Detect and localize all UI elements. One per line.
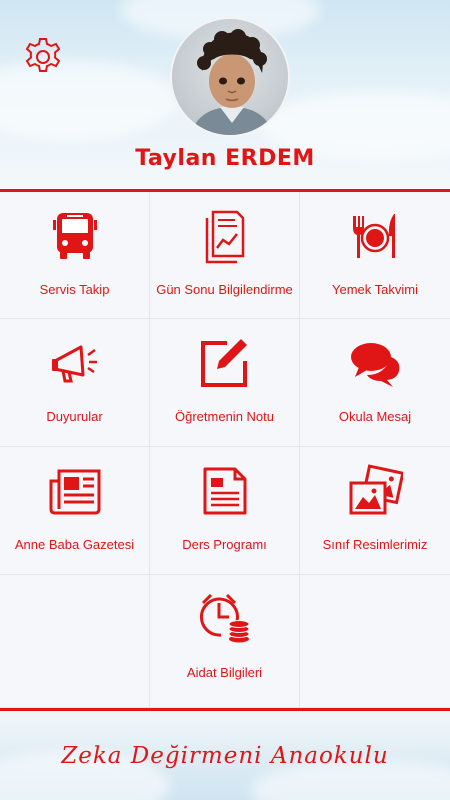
bus-icon [52, 213, 97, 259]
profile-header: Taylan ERDEM [0, 0, 450, 190]
menu-item-label: Yemek Takvimi [332, 282, 418, 297]
settings-button[interactable] [22, 36, 64, 78]
school-name: Zeka Değirmeni Anaokulu [61, 743, 389, 769]
footer: Zeka Değirmeni Anaokulu [0, 711, 450, 800]
menu-item-servis-takip[interactable]: Servis Takip [0, 192, 150, 319]
newspaper-icon [49, 469, 100, 515]
menu-item-label: Servis Takip [39, 282, 110, 297]
schedule-document-icon [203, 467, 246, 515]
gear-icon [25, 38, 61, 72]
menu-item-label: Okula Mesaj [338, 409, 412, 424]
megaphone-icon [51, 345, 97, 383]
menu-item-label: Ders Programı [182, 537, 267, 552]
menu-item-gun-sonu[interactable]: Gün Sonu Bilgilendirme [150, 192, 300, 319]
daily-report-icon [205, 210, 244, 264]
menu-item-okula-mesaj[interactable]: Okula Mesaj [300, 319, 450, 447]
menu-grid: Servis Takip Gün Sonu Bilgilendirme Yeme… [0, 192, 450, 708]
menu-item-label: Öğretmenin Notu [175, 409, 274, 424]
child-photo [172, 19, 288, 135]
chat-bubbles-icon [351, 343, 400, 387]
empty-cell [300, 575, 450, 708]
meal-icon [353, 214, 395, 258]
menu-item-anne-baba-gazetesi[interactable]: Anne Baba Gazetesi [0, 447, 150, 575]
menu-item-yemek-takvimi[interactable]: Yemek Takvimi [300, 192, 450, 319]
menu-item-label: Gün Sonu Bilgilendirme [156, 282, 293, 297]
menu-item-aidat-bilgileri[interactable]: Aidat Bilgileri [150, 575, 300, 708]
menu-item-ders-programi[interactable]: Ders Programı [150, 447, 300, 575]
menu-item-label: Duyurular [46, 409, 103, 424]
menu-item-duyurular[interactable]: Duyurular [0, 319, 150, 447]
menu-item-label: Sınıf Resimlerimiz [322, 537, 428, 552]
edit-note-icon [200, 339, 247, 387]
menu-item-label: Aidat Bilgileri [186, 665, 263, 680]
empty-cell [0, 575, 150, 708]
menu-item-sinif-resimlerimiz[interactable]: Sınıf Resimlerimiz [300, 447, 450, 575]
photos-icon [349, 464, 403, 515]
clock-coins-icon [199, 593, 249, 643]
avatar[interactable] [170, 17, 290, 137]
menu-item-label: Anne Baba Gazetesi [14, 537, 135, 552]
user-name: Taylan ERDEM [135, 146, 315, 171]
menu-item-ogretmenin-notu[interactable]: Öğretmenin Notu [150, 319, 300, 447]
